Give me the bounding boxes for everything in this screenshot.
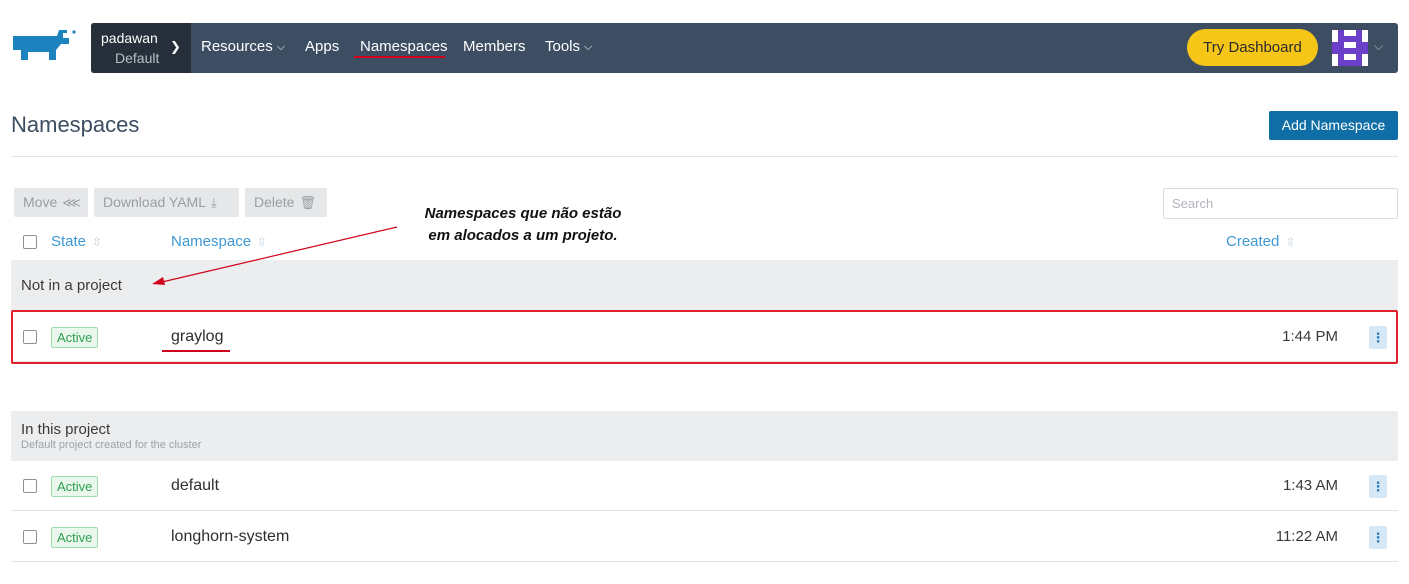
status-badge: Active <box>51 527 99 548</box>
download-icon: ⤓ <box>210 195 217 210</box>
search-input[interactable] <box>1163 188 1398 219</box>
annotation-line-2: em alocados a um projeto. <box>428 227 618 244</box>
cluster-project-switcher[interactable]: padawan Default ❯ <box>91 23 191 73</box>
download-yaml-label: Download YAML <box>103 194 206 210</box>
table-row[interactable]: Active longhorn-system 11:22 AM ⋮ <box>11 512 1398 562</box>
user-avatar[interactable] <box>1332 30 1368 66</box>
namespace-name[interactable]: longhorn-system <box>171 528 289 546</box>
column-header-created[interactable]: Created ⇳ <box>1226 233 1295 250</box>
header-divider <box>11 156 1398 157</box>
row-checkbox[interactable] <box>23 530 37 544</box>
column-header-label: State <box>51 233 87 250</box>
kebab-menu-icon[interactable]: ⋮ <box>1369 475 1387 498</box>
nav-item-label: Tools <box>545 38 581 55</box>
trash-icon: 🗑 <box>299 195 316 210</box>
group-header-in-this-project: In this project Default project created … <box>11 411 1398 461</box>
nav-item-label: Namespaces <box>360 38 448 55</box>
annotation-highlight-box <box>11 310 1398 364</box>
nav-item-namespaces[interactable]: Namespaces <box>360 38 448 55</box>
column-header-label: Namespace <box>171 233 252 250</box>
nav-item-label: Apps <box>305 38 340 55</box>
download-yaml-button[interactable]: Download YAML ⤓ <box>94 188 239 217</box>
chevron-down-icon: ⌵ <box>584 41 593 53</box>
chevron-down-icon: ❯ <box>170 39 181 54</box>
created-time: 11:22 AM <box>1275 528 1338 545</box>
annotation-underline-graylog <box>162 350 230 352</box>
add-namespace-button[interactable]: Add Namespace <box>1269 111 1398 140</box>
column-header-namespace[interactable]: Namespace ⇳ <box>171 233 267 250</box>
sort-icon: ⇳ <box>1285 235 1296 249</box>
share-icon: ⋘ <box>62 195 81 210</box>
row-checkbox[interactable] <box>23 479 37 493</box>
status-badge: Active <box>51 476 99 497</box>
try-dashboard-button[interactable]: Try Dashboard <box>1187 29 1318 66</box>
group-title: In this project <box>21 421 111 438</box>
move-button[interactable]: Move ⋘ <box>14 188 88 217</box>
table-row[interactable]: Active default 1:43 AM ⋮ <box>11 461 1398 511</box>
sort-icon: ⇳ <box>257 235 268 249</box>
nav-item-tools[interactable]: Tools ⌵ <box>545 38 592 55</box>
group-subtitle: Default project created for the cluster <box>21 439 202 451</box>
group-title: Not in a project <box>21 277 122 294</box>
column-header-state[interactable]: State ⇳ <box>51 233 102 250</box>
move-button-label: Move <box>23 194 58 210</box>
group-header-not-in-project: Not in a project <box>11 260 1398 310</box>
nav-item-members[interactable]: Members <box>463 38 526 55</box>
chevron-down-icon: ⌵ <box>276 41 286 53</box>
delete-button[interactable]: Delete 🗑 <box>245 188 327 217</box>
select-all-checkbox[interactable] <box>23 235 37 249</box>
nav-item-label: Resources <box>201 38 273 55</box>
top-navigation-bar: padawan Default ❯ Resources ⌵ Apps Namesp… <box>91 23 1398 73</box>
delete-button-label: Delete <box>254 194 295 210</box>
chevron-down-icon[interactable]: ⌵ <box>1374 39 1383 54</box>
nav-item-resources[interactable]: Resources ⌵ <box>201 38 285 55</box>
nav-item-label: Members <box>463 38 526 55</box>
nav-item-apps[interactable]: Apps <box>305 38 339 55</box>
rancher-logo[interactable] <box>11 28 79 66</box>
project-name: Default <box>115 50 160 66</box>
cluster-name: padawan <box>101 30 158 46</box>
annotation-underline-namespaces <box>354 56 445 58</box>
annotation-line-1: Namespaces que não estão <box>424 205 622 222</box>
page-title: Namespaces <box>11 112 140 137</box>
namespace-name[interactable]: default <box>171 477 219 495</box>
created-time: 1:43 AM <box>1282 477 1338 494</box>
column-header-label: Created <box>1226 233 1280 250</box>
annotation-note: Namespaces que não estão em alocados a u… <box>403 203 643 247</box>
kebab-menu-icon[interactable]: ⋮ <box>1369 526 1387 549</box>
sort-icon: ⇳ <box>92 235 103 249</box>
